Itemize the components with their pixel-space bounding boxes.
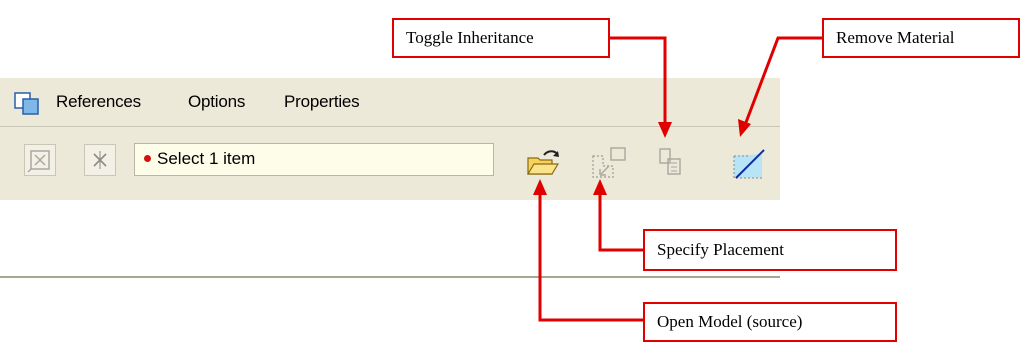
leader-remove-material bbox=[743, 36, 822, 126]
leader-open-model bbox=[538, 190, 643, 322]
leader-specify-placement bbox=[598, 190, 643, 252]
callout-open-model: Open Model (source) bbox=[643, 302, 897, 342]
arrow-toggle-inheritance bbox=[658, 122, 672, 138]
callout-toggle-inheritance: Toggle Inheritance bbox=[392, 18, 610, 58]
arrow-open-model bbox=[533, 179, 547, 195]
callout-remove-material: Remove Material bbox=[822, 18, 1020, 58]
callout-specify-placement-label: Specify Placement bbox=[657, 240, 784, 259]
arrow-remove-material bbox=[738, 119, 751, 137]
callout-remove-material-label: Remove Material bbox=[836, 28, 955, 47]
callout-open-model-label: Open Model (source) bbox=[657, 312, 803, 331]
callout-specify-placement: Specify Placement bbox=[643, 229, 897, 271]
arrow-specify-placement bbox=[593, 179, 607, 195]
callout-toggle-inheritance-label: Toggle Inheritance bbox=[406, 28, 534, 47]
leader-toggle-inheritance bbox=[610, 36, 667, 125]
